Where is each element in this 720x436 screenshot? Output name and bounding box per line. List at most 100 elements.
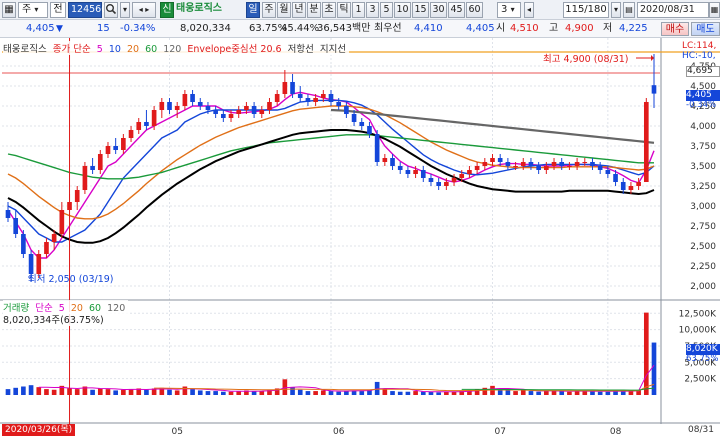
price-volume-chart[interactable]: 2,000 2,250 2,500 2,750 3,000 3,250 3,500 3,750… bbox=[0, 38, 720, 436]
dropdown-arrow-icon[interactable]: ▾ bbox=[120, 2, 130, 18]
volume-bar bbox=[444, 391, 449, 395]
toolbar: ▦ 주 ▾ 전 124560 ▾ ◂ ▸ 신 태웅로직스 일 주월년분초틱 13… bbox=[0, 0, 720, 20]
candle-body bbox=[436, 182, 441, 186]
volume-bar bbox=[13, 387, 19, 395]
search-icon[interactable] bbox=[104, 2, 118, 18]
candle-body bbox=[482, 162, 488, 166]
volume-bar bbox=[482, 387, 488, 395]
grid-icon[interactable]: ▤ bbox=[623, 2, 635, 18]
candle-body bbox=[374, 134, 380, 162]
volume-bar bbox=[144, 389, 149, 395]
volume-bar bbox=[167, 389, 172, 395]
volume-bar bbox=[643, 312, 649, 395]
current-price: 4,405 bbox=[26, 23, 55, 34]
volume-bar bbox=[336, 391, 342, 395]
volume-tick-label: 2,500K bbox=[684, 375, 717, 385]
stock-code-input[interactable]: 124560 bbox=[68, 2, 107, 18]
volume-bar bbox=[290, 387, 295, 395]
period-button-1[interactable]: 월 bbox=[277, 2, 291, 18]
volume-bar bbox=[44, 389, 49, 395]
chevron-down-icon: ▾ bbox=[510, 5, 515, 14]
candle-body bbox=[367, 126, 372, 134]
candle-body bbox=[51, 234, 57, 242]
volume-bar bbox=[413, 391, 418, 395]
candle-body bbox=[313, 98, 318, 102]
volume-bar bbox=[582, 391, 588, 395]
legend-support: 지지선 bbox=[319, 44, 347, 55]
candle-body bbox=[167, 102, 172, 110]
period-button-5[interactable]: 틱 bbox=[337, 2, 351, 18]
mode-select[interactable]: 주 ▾ bbox=[18, 2, 48, 18]
interval-select[interactable]: 3 ▾ bbox=[497, 2, 521, 18]
legend-envelope: Envelope중심선 20.6 bbox=[187, 44, 282, 55]
volume-bar bbox=[505, 390, 511, 395]
volume-bar bbox=[36, 387, 42, 395]
volume-bar bbox=[221, 391, 226, 395]
candle-body bbox=[359, 122, 365, 126]
volume-bar bbox=[628, 391, 634, 395]
volume-bar bbox=[259, 391, 265, 395]
prev-next-icon[interactable]: ◂ ▸ bbox=[132, 2, 156, 18]
candle-body bbox=[259, 110, 265, 114]
chevron-down-icon: ▾ bbox=[34, 5, 39, 14]
price-tick-label: 2,250 bbox=[690, 262, 716, 272]
candle-body bbox=[136, 122, 142, 130]
market-badge: 신 bbox=[160, 2, 174, 18]
candle-body bbox=[574, 162, 580, 166]
options-icon[interactable]: ▾ bbox=[611, 2, 621, 18]
scroll-left-icon[interactable]: ◂ bbox=[524, 2, 534, 18]
period-button-2[interactable]: 년 bbox=[292, 2, 306, 18]
low-price: 4,225 bbox=[619, 23, 648, 34]
volume-bar bbox=[105, 389, 111, 395]
date-display[interactable]: 2020/08/31 bbox=[637, 2, 709, 18]
period-button-3[interactable]: 분 bbox=[307, 2, 321, 18]
cursor-date-label: 2020/03/26(목) bbox=[2, 424, 76, 436]
volume-bar bbox=[74, 389, 80, 395]
volume-tick-label: 10,000K bbox=[679, 326, 717, 336]
count-display: 115/180 bbox=[563, 2, 609, 18]
volume-bar bbox=[121, 389, 126, 395]
legend-ma5: 5 bbox=[96, 44, 103, 55]
period-button-0[interactable]: 주 bbox=[262, 2, 276, 18]
volume-bar bbox=[128, 389, 134, 395]
mode-secondary[interactable]: 전 bbox=[50, 2, 66, 18]
chart-area[interactable]: 2,000 2,250 2,500 2,750 3,000 3,250 3,500 3,750… bbox=[0, 38, 720, 436]
volume-bar bbox=[182, 386, 188, 395]
candle-body bbox=[567, 166, 572, 167]
interval-button-45[interactable]: 45 bbox=[448, 2, 465, 18]
volume-bar bbox=[51, 389, 57, 395]
candle-body bbox=[113, 146, 118, 150]
stock-chart-window: ▦ 주 ▾ 전 124560 ▾ ◂ ▸ 신 태웅로직스 일 주월년분초틱 13… bbox=[0, 0, 720, 436]
volume-bar bbox=[90, 389, 95, 395]
candle-body bbox=[174, 106, 180, 110]
candle-body bbox=[159, 102, 165, 110]
volume-bar bbox=[174, 390, 180, 395]
period-day-button[interactable]: 일 bbox=[246, 2, 260, 18]
interval-button-30[interactable]: 30 bbox=[430, 2, 447, 18]
candle-body bbox=[244, 106, 249, 110]
interval-button-1[interactable]: 1 bbox=[352, 2, 365, 18]
calendar-icon[interactable]: ▦ bbox=[709, 2, 720, 18]
candle-body bbox=[597, 166, 603, 170]
candle-body bbox=[382, 158, 388, 162]
interval-button-60[interactable]: 60 bbox=[466, 2, 483, 18]
sell-button[interactable]: 매도 bbox=[691, 22, 720, 36]
candle-body bbox=[444, 182, 449, 186]
buy-button[interactable]: 매수 bbox=[661, 22, 689, 36]
candle-body bbox=[420, 170, 426, 178]
period-buttons: 주월년분초틱 bbox=[262, 2, 352, 18]
period-button-4[interactable]: 초 bbox=[322, 2, 336, 18]
candle-body bbox=[582, 162, 588, 163]
menu-icon[interactable]: ▦ bbox=[2, 2, 16, 18]
last-date-label: 08/31 bbox=[688, 425, 714, 435]
interval-button-15[interactable]: 15 bbox=[412, 2, 429, 18]
candle-body bbox=[643, 102, 649, 182]
price-change: 15 bbox=[97, 23, 110, 34]
volume-value: 8,020,334 bbox=[180, 23, 231, 34]
volume-bar bbox=[382, 389, 388, 395]
interval-button-5[interactable]: 5 bbox=[380, 2, 393, 18]
interval-button-10[interactable]: 10 bbox=[394, 2, 411, 18]
candle-body bbox=[144, 122, 149, 126]
interval-button-3[interactable]: 3 bbox=[366, 2, 379, 18]
low-annotation: 최저 2,050 (03/19) bbox=[28, 274, 114, 285]
